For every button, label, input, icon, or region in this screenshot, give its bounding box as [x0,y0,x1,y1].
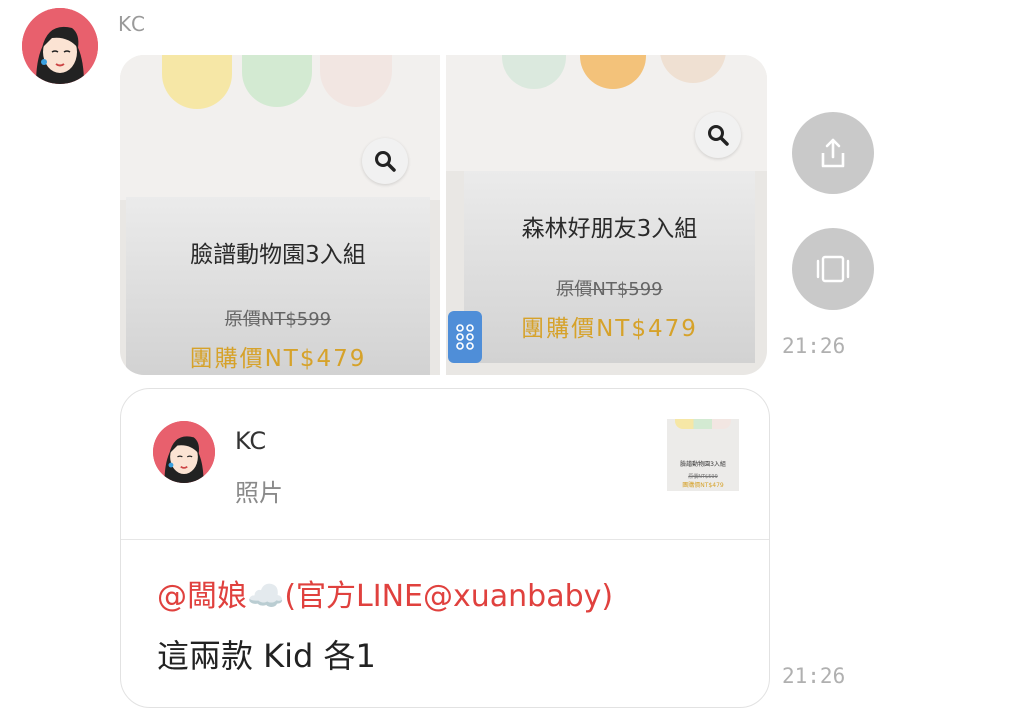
product-image-2[interactable]: 森林好朋友3入組 原價NT$599 團購價NT$479 [446,55,767,375]
search-icon [708,125,729,146]
sender-avatar[interactable] [22,8,98,84]
sock-green [242,55,312,107]
product-title: 臉譜動物園3入組 [190,242,366,268]
thumb-old-price: 原價NT$599 [688,474,718,480]
image-timestamp: 21:26 [782,334,846,358]
group-price: 團購價NT$479 [189,346,367,372]
gallery-button[interactable] [792,228,874,310]
original-price: 原價NT$599 [224,309,332,330]
reply-timestamp: 21:26 [782,664,846,688]
sock-beige [660,55,726,83]
group-price: 團購價NT$479 [521,316,698,342]
sock-mint [502,55,566,89]
quote-thumbnail[interactable]: 臉譜動物園3入組 原價NT$599 團購價NT$479 [667,419,739,491]
woman-avatar-icon [22,8,98,84]
product-title: 森林好朋友3入組 [521,216,698,242]
woman-avatar-icon [153,421,215,483]
zoom-button-1[interactable] [362,138,408,184]
message-text: 這兩款 Kid 各1 [157,637,376,675]
mention-link[interactable]: @闆娘☁️(官方LINE@xuanbaby) [157,571,613,615]
dots-grid-icon [456,324,474,350]
share-button[interactable] [792,112,874,194]
quote-sender-name: KC [235,427,267,455]
thumb-sock-row [675,419,731,429]
thumb-title: 臉譜動物園3入組 [680,461,726,468]
sock-orange [580,55,646,89]
quote-type-label: 照片 [235,479,283,507]
search-icon [375,151,396,172]
quote-avatar [153,421,215,483]
gallery-icon [816,255,850,283]
sock-pink [320,55,392,107]
product-image-1[interactable]: 臉譜動物園3入組 原價NT$599 團購價NT$479 [120,55,440,375]
thumb-new-price: 團購價NT$479 [682,482,724,489]
share-icon [821,138,845,168]
original-price: 原價NT$599 [556,279,663,300]
sender-name: KC [118,12,146,36]
zoom-button-2[interactable] [695,112,741,158]
sock-yellow [162,55,232,109]
grid-dots-button[interactable] [448,311,482,363]
quote-divider [121,539,769,540]
reply-message-bubble[interactable]: KC 照片 臉譜動物園3入組 原價NT$599 團購價NT$479 @闆娘☁️(… [120,388,770,708]
